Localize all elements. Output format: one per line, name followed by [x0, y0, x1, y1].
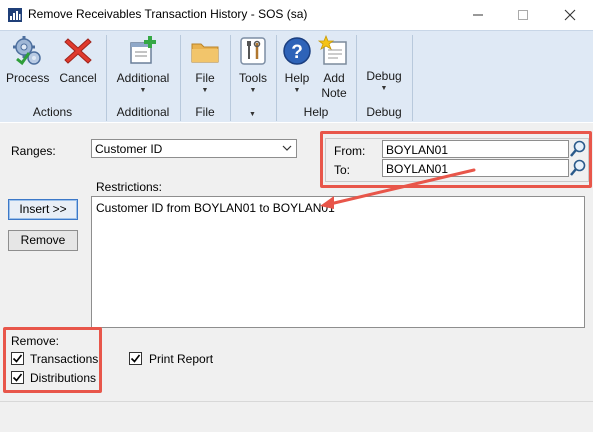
restrictions-list[interactable]: Customer ID from BOYLAN01 to BOYLAN01 — [91, 196, 585, 328]
chevron-down-icon: ▼ — [201, 87, 209, 94]
tools-label: Tools — [238, 71, 267, 85]
file-label: File — [195, 71, 215, 85]
process-button[interactable]: Process — [6, 35, 50, 86]
gears-icon — [13, 36, 41, 66]
annotation-arrow-icon — [320, 168, 476, 209]
status-bar — [0, 401, 593, 432]
close-icon — [564, 9, 576, 21]
close-button[interactable] — [547, 0, 593, 30]
add-note-button[interactable]: Add Note — [316, 34, 352, 101]
window-title: Remove Receivables Transaction History -… — [28, 7, 308, 21]
minimize-button[interactable] — [455, 0, 501, 30]
highlight-box-remove — [3, 327, 102, 393]
debug-button[interactable]: Debug ▼ — [360, 69, 408, 93]
cancel-x-icon — [64, 38, 92, 64]
tools-group-caret-icon[interactable]: ▼ — [249, 111, 256, 119]
tools-button[interactable]: Tools ▼ — [234, 35, 272, 95]
process-label: Process — [6, 71, 50, 85]
chevron-down-icon — [282, 142, 292, 157]
debug-label: Debug — [366, 69, 402, 83]
ribbon: Process Cancel Actions Additional ▼ Addi… — [0, 30, 593, 123]
group-label-help: Help — [303, 105, 329, 119]
cancel-label: Cancel — [59, 71, 97, 85]
checkmark-icon — [130, 354, 141, 363]
chevron-down-icon: ▼ — [293, 87, 301, 94]
chevron-down-icon: ▼ — [139, 87, 147, 94]
ranges-dropdown[interactable]: Customer ID — [91, 139, 297, 158]
add-note-label-line2: Note — [321, 86, 347, 100]
restrictions-label: Restrictions: — [96, 180, 163, 194]
remove-button[interactable]: Remove — [8, 230, 78, 251]
additional-label: Additional — [116, 71, 170, 85]
file-button[interactable]: File ▼ — [186, 35, 224, 95]
help-label: Help — [284, 71, 310, 85]
help-question-icon: ? — [283, 37, 311, 65]
svg-text:?: ? — [291, 42, 303, 63]
add-note-label-line1: Add — [323, 71, 345, 85]
maximize-icon — [518, 10, 528, 20]
group-separator — [412, 35, 413, 121]
chevron-down-icon: ▼ — [249, 87, 257, 94]
minimize-icon — [473, 14, 483, 16]
cancel-button[interactable]: Cancel — [57, 35, 99, 86]
ranges-label: Ranges: — [11, 144, 56, 158]
folder-icon — [191, 43, 219, 63]
note-icon — [317, 34, 347, 65]
ranges-value: Customer ID — [95, 142, 163, 156]
group-label-debug: Debug — [366, 105, 402, 119]
app-icon — [8, 8, 22, 22]
group-label-additional: Additional — [116, 105, 170, 119]
group-separator — [230, 35, 231, 121]
print-report-checkbox[interactable] — [129, 352, 142, 365]
tools-icon — [240, 37, 266, 65]
divider — [0, 122, 593, 123]
maximize-button[interactable] — [500, 0, 546, 30]
chevron-down-icon: ▼ — [380, 85, 388, 92]
group-label-actions: Actions — [32, 105, 73, 119]
insert-button[interactable]: Insert >> — [8, 199, 78, 220]
additional-button[interactable]: Additional ▼ — [112, 35, 174, 95]
group-label-file: File — [195, 105, 215, 119]
additional-window-icon — [130, 36, 156, 64]
help-button[interactable]: ? Help ▼ — [280, 35, 314, 95]
print-report-label[interactable]: Print Report — [149, 352, 213, 366]
